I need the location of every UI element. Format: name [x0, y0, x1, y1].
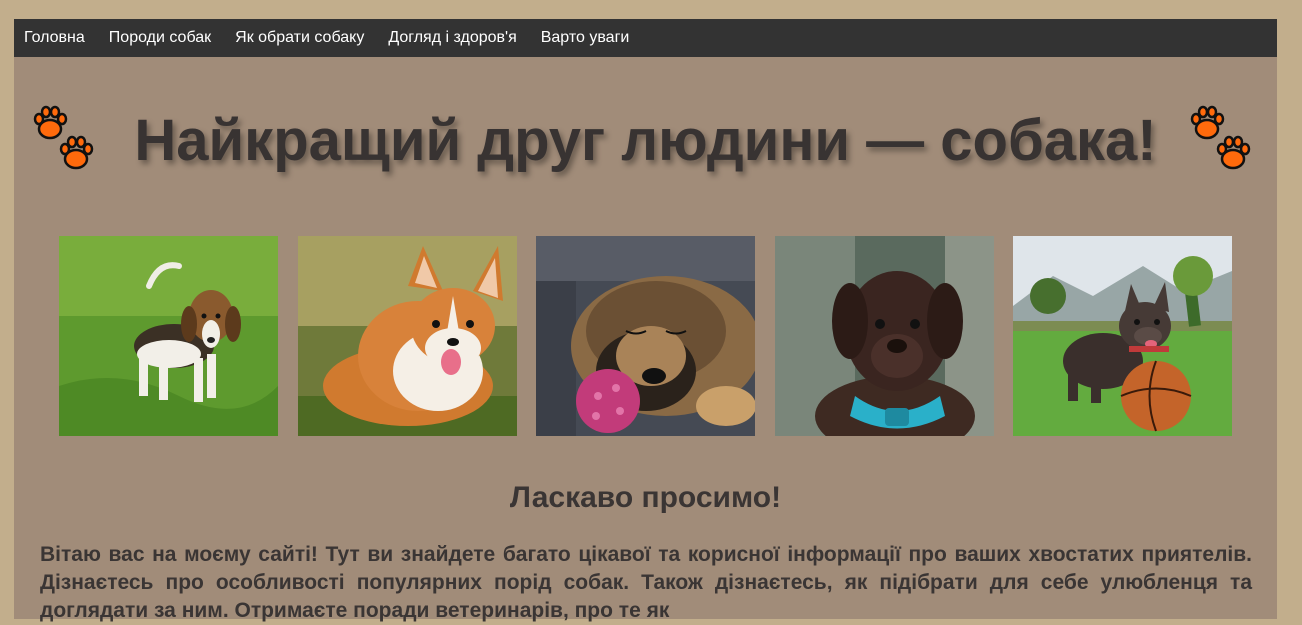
photo-french-bulldog[interactable]	[1013, 236, 1232, 436]
photo-sleeping-shepherd[interactable]	[536, 236, 755, 436]
nav-item-worth-attention[interactable]: Варто уваги	[529, 19, 642, 57]
intro-paragraph: Вітаю вас на моєму сайті! Тут ви знайдет…	[40, 543, 1252, 622]
nav-item-care-health[interactable]: Догляд і здоров'я	[376, 19, 528, 57]
top-navbar: Головна Породи собак Як обрати собаку До…	[14, 19, 1277, 57]
photo-beagle-puppy[interactable]	[59, 236, 278, 436]
title-banner: Найкращий друг людини — собака!	[14, 101, 1277, 181]
welcome-heading: Ласкаво просимо!	[509, 481, 782, 514]
photo-chocolate-labrador[interactable]	[775, 236, 994, 436]
nav-item-breeds[interactable]: Породи собак	[97, 19, 223, 57]
dog-photo-gallery	[59, 236, 1234, 436]
paw-prints-icon	[1190, 105, 1251, 170]
nav-item-home[interactable]: Головна	[14, 19, 97, 57]
nav-item-choose-dog[interactable]: Як обрати собаку	[223, 19, 376, 57]
photo-corgi[interactable]	[298, 236, 517, 436]
page-title: Найкращий друг людини — собака!	[134, 108, 1157, 173]
page-container: Головна Породи собак Як обрати собаку До…	[14, 19, 1277, 622]
